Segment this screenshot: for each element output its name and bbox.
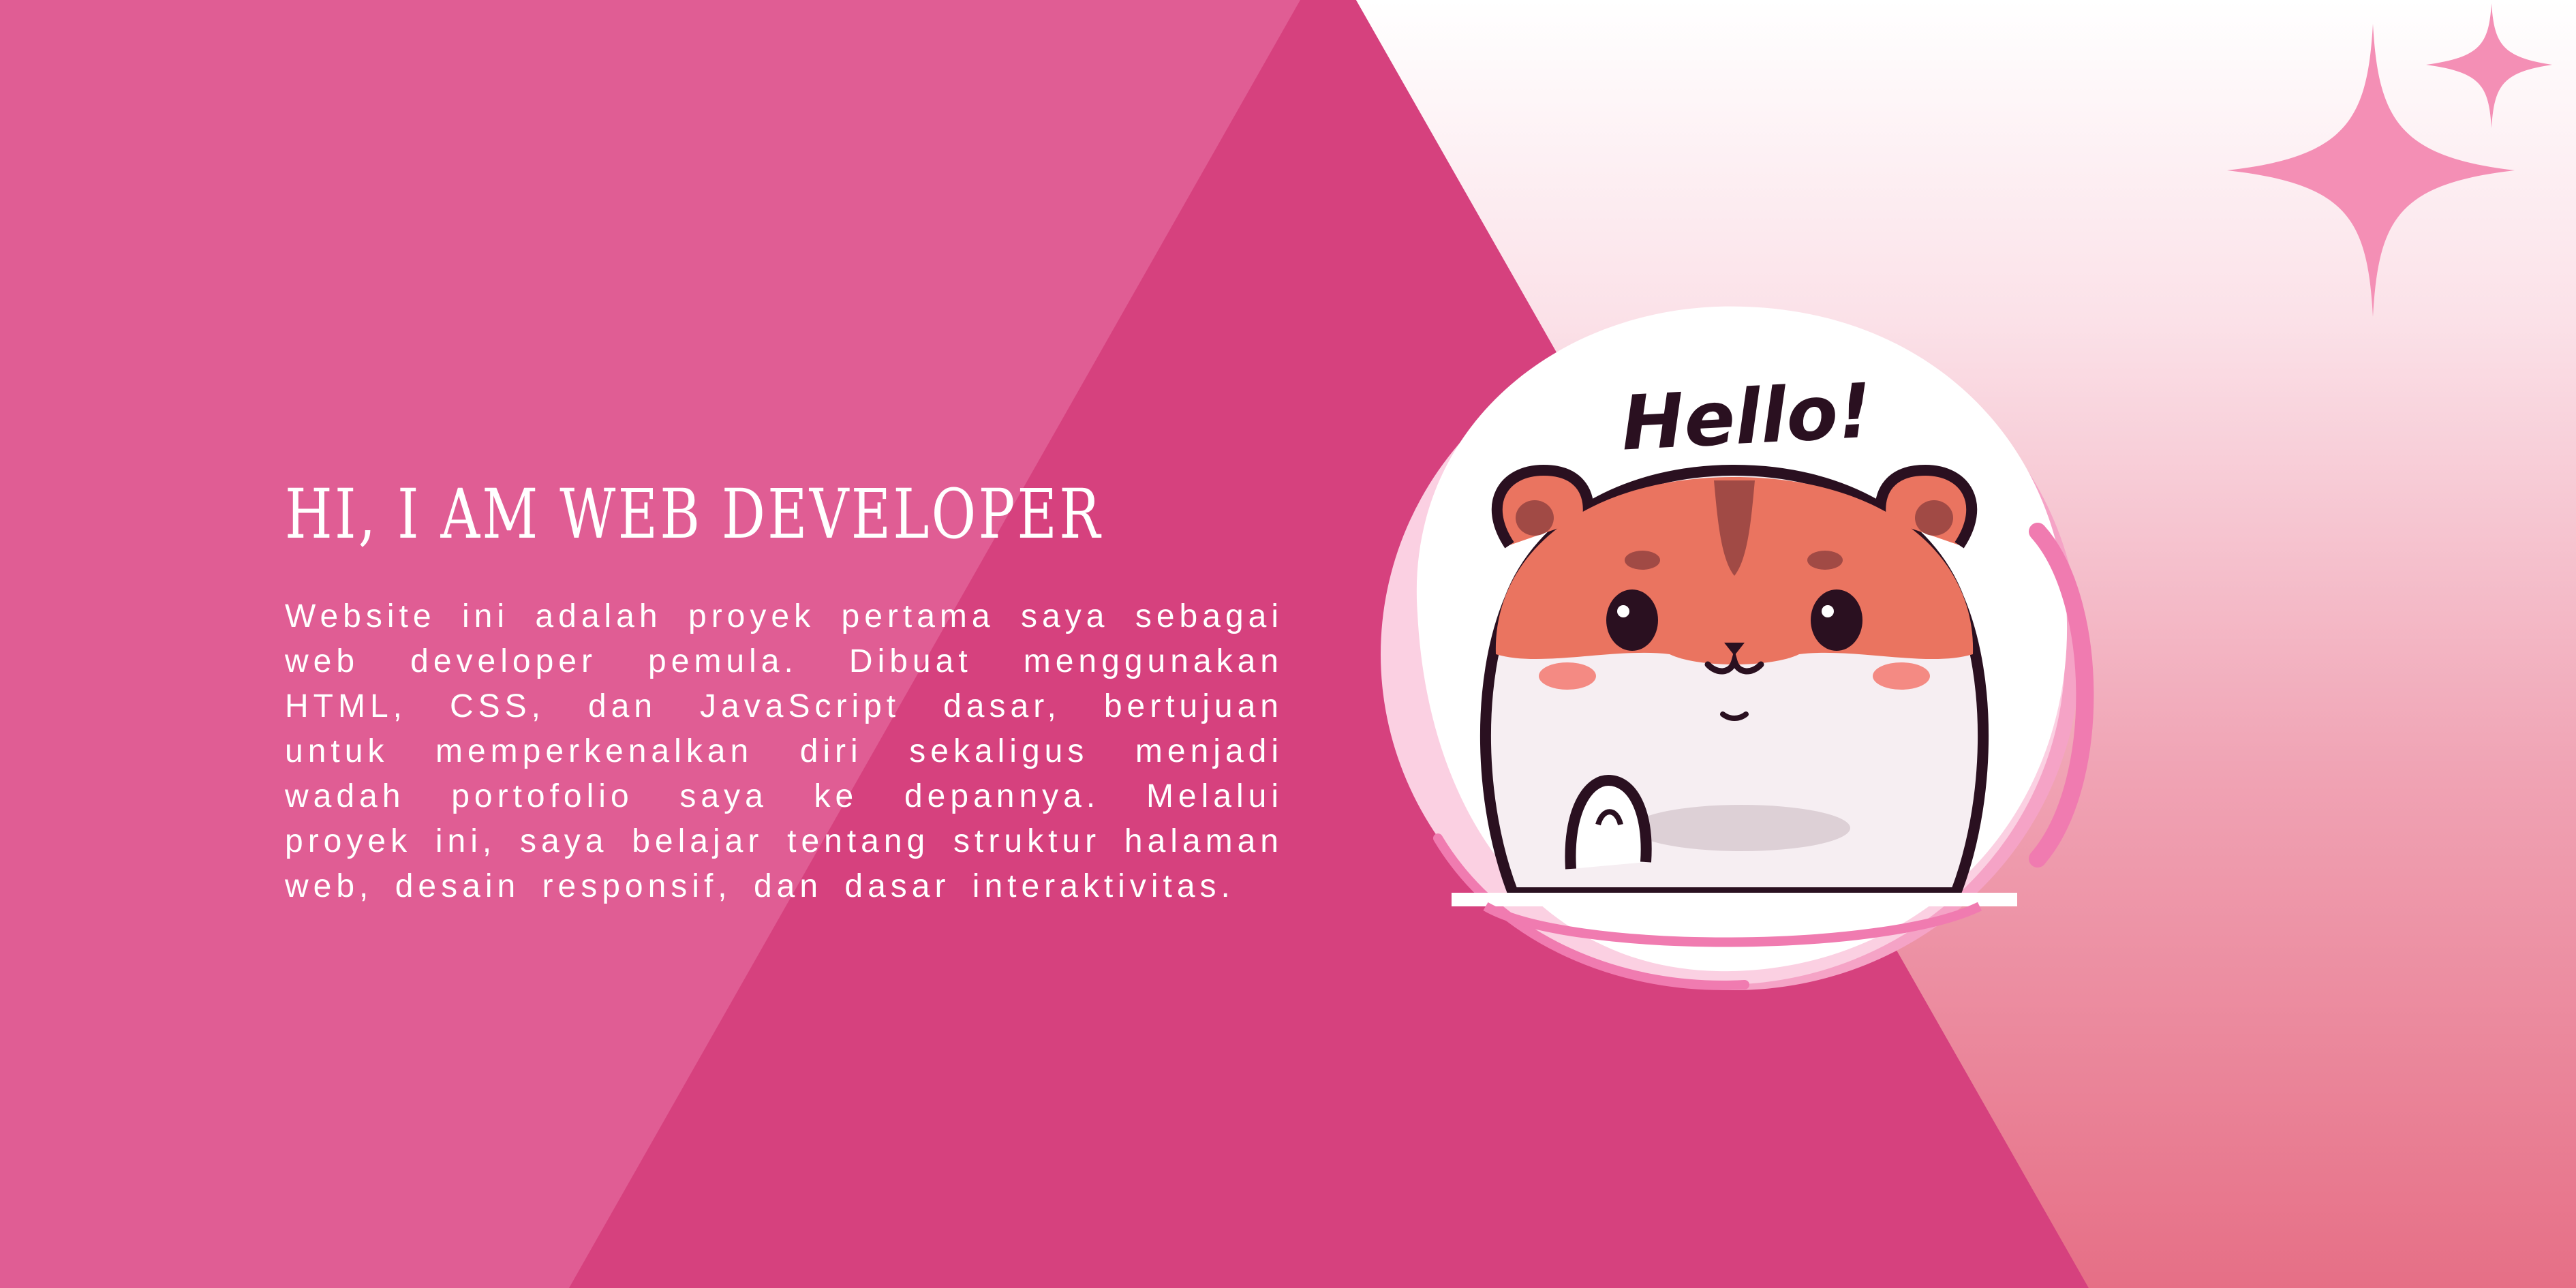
hero-section: HI, I AM WEB DEVELOPER Website ini adala…	[285, 470, 1283, 909]
hero-description: Website ini adalah proyek pertama saya s…	[285, 598, 1283, 904]
hero-title: HI, I AM WEB DEVELOPER	[285, 474, 1103, 554]
greeting-text: Hello!	[1619, 367, 1874, 467]
portfolio-page: HI, I AM WEB DEVELOPER Website ini adala…	[0, 0, 2576, 1288]
